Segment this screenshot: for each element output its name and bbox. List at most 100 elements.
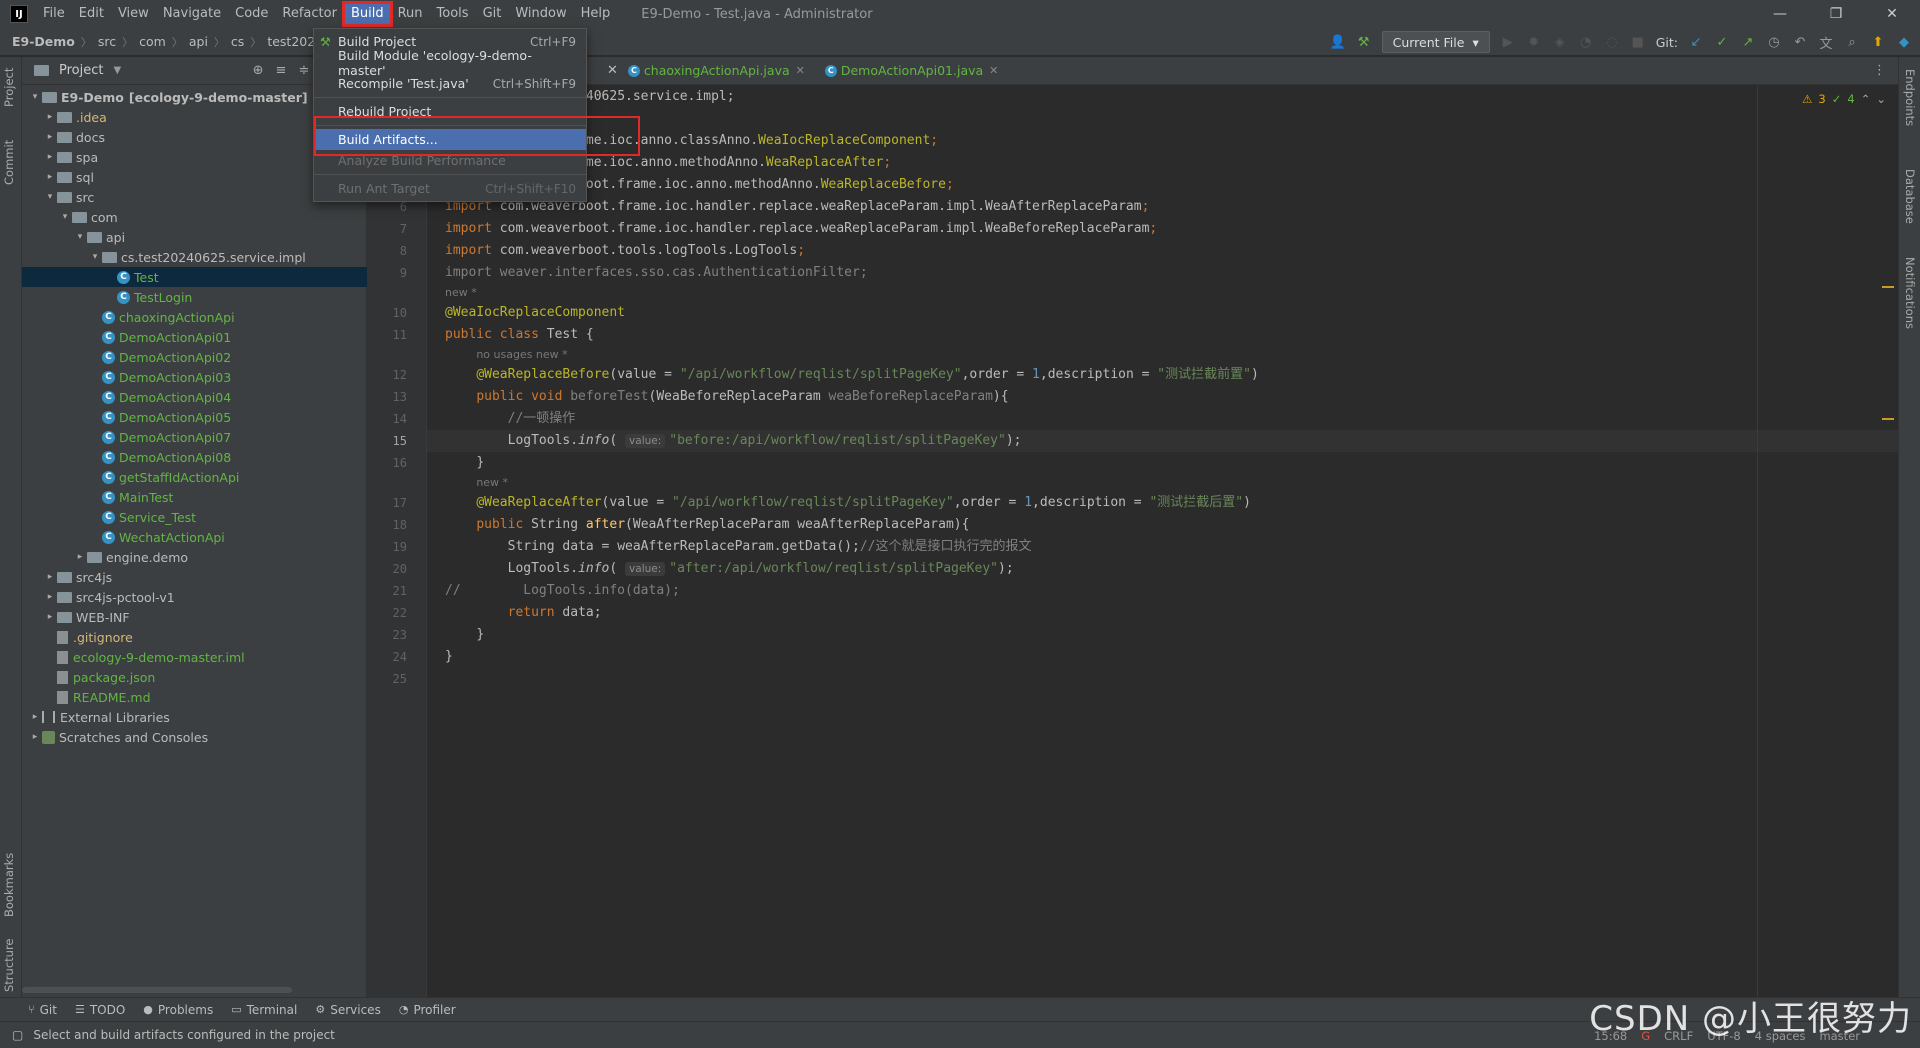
coverage-icon[interactable]: ◈	[1552, 34, 1568, 50]
history-icon[interactable]: ◷	[1766, 34, 1782, 50]
notifications-tool-tab[interactable]: Notifications	[1903, 257, 1917, 329]
tree-item[interactable]: ▾ api	[22, 227, 367, 247]
chevron-right-icon[interactable]: ▸	[43, 132, 57, 142]
chevron-down-icon[interactable]: ▾	[58, 212, 72, 222]
bottom-tab-todo[interactable]: ☰ TODO	[75, 1003, 125, 1017]
menu-git[interactable]: Git	[476, 3, 509, 25]
chevron-up-icon[interactable]: ⌃	[1861, 92, 1871, 106]
collapse-all-icon[interactable]: ≡	[276, 63, 287, 78]
scrollbar-marker[interactable]	[1882, 418, 1894, 420]
bottom-tab-terminal[interactable]: ▭ Terminal	[231, 1003, 297, 1017]
chevron-right-icon[interactable]: ▸	[43, 592, 57, 602]
code-line[interactable]: 11 public class Test {	[393, 324, 1898, 346]
tree-item[interactable]: CgetStaffIdActionApi	[22, 467, 367, 487]
chevron-down-icon[interactable]: ▾	[28, 92, 42, 102]
close-icon[interactable]: ✕	[989, 64, 998, 77]
chevron-down-icon[interactable]: ⌄	[1876, 92, 1886, 106]
code-line[interactable]: 25	[393, 668, 1898, 690]
menu-window[interactable]: Window	[508, 3, 573, 25]
update-icon[interactable]: ⬆	[1870, 34, 1886, 50]
debug-icon[interactable]: ✹	[1526, 34, 1542, 50]
breadcrumb-item[interactable]: src	[96, 34, 118, 49]
code-line[interactable]: 10 @WeaIocReplaceComponent	[393, 302, 1898, 324]
run-icon[interactable]: ▶	[1500, 34, 1516, 50]
bottom-tab-git[interactable]: ⑂ Git	[28, 1003, 57, 1017]
tree-item[interactable]: C DemoActionApi07	[22, 427, 367, 447]
project-tool-tab[interactable]: Project	[2, 68, 16, 107]
commit-tool-tab[interactable]: Commit	[2, 140, 16, 185]
code-vision-hint[interactable]: new *	[427, 284, 1898, 302]
tree-item[interactable]: .gitignore	[22, 627, 367, 647]
endpoints-tool-tab[interactable]: Endpoints	[1903, 69, 1917, 126]
code-editor[interactable]: est20240625.service.impl; ot.frame.ioc.a…	[367, 86, 1898, 997]
code-line[interactable]: 9 import weaver.interfaces.sso.cas.Authen…	[400, 262, 1898, 284]
tree-item[interactable]: C Service_Test	[22, 507, 367, 527]
locate-icon[interactable]: ⊕	[253, 63, 264, 78]
code-line[interactable]: 7 import com.weaverboot.frame.ioc.handler…	[400, 218, 1898, 240]
tree-item[interactable]: ▸ Scratches and Consoles	[22, 727, 367, 747]
chevron-right-icon[interactable]: ▸	[28, 712, 42, 722]
code-line[interactable]: 22 return data;	[393, 602, 1898, 624]
code-line[interactable]	[427, 108, 1898, 130]
minimize-icon[interactable]: —	[1752, 0, 1808, 28]
code-line[interactable]: 20 LogTools.info( value: "after:/api/work…	[393, 558, 1898, 580]
menu-file[interactable]: File	[36, 3, 72, 25]
chevron-down-icon[interactable]: ▾	[73, 232, 87, 242]
code-line[interactable]: 12 @WeaReplaceBefore(value = "/api/workf…	[393, 364, 1898, 386]
chevron-right-icon[interactable]: ▸	[43, 612, 57, 622]
close-icon[interactable]: ✕	[796, 64, 805, 77]
scrollbar-marker[interactable]	[1882, 286, 1894, 288]
code-line[interactable]: ot.frame.ioc.anno.classAnno.WeaIocReplac…	[427, 130, 1898, 152]
bottom-tab-services[interactable]: ⚙ Services	[315, 1003, 380, 1017]
bottom-tab-profiler[interactable]: ◔ Profiler	[399, 1003, 456, 1017]
tree-item[interactable]: C Test	[22, 267, 367, 287]
inspection-widget[interactable]: ⚠ 3 ✓ 4 ⌃ ⌄	[1802, 92, 1886, 106]
chevron-right-icon[interactable]: ▸	[28, 732, 42, 742]
build-hammer-icon[interactable]: ⚒	[1356, 34, 1372, 50]
editor-tab[interactable]: CchaoxingActionApi.java ✕	[618, 57, 815, 85]
chevron-right-icon[interactable]: ▸	[43, 572, 57, 582]
menu-code[interactable]: Code	[228, 3, 275, 25]
breadcrumb-item[interactable]: E9-Demo	[0, 34, 77, 49]
tree-item[interactable]: README.md	[22, 687, 367, 707]
menu-view[interactable]: View	[111, 3, 156, 25]
search-icon[interactable]: ⌕	[1844, 34, 1860, 50]
tree-item[interactable]: ▾ com	[22, 207, 367, 227]
menu-navigate[interactable]: Navigate	[156, 3, 228, 25]
code-line[interactable]: 18 public String after(WeaAfterReplacePa…	[393, 514, 1898, 536]
project-horizontal-scrollbar[interactable]	[22, 987, 292, 993]
chevron-right-icon[interactable]: ▸	[43, 112, 57, 122]
breadcrumb-item[interactable]: api	[187, 34, 210, 49]
menu-build[interactable]: Build	[341, 1, 393, 27]
tree-item[interactable]: C WechatActionApi	[22, 527, 367, 547]
project-panel-title[interactable]: Project	[59, 63, 103, 78]
git-commit-icon[interactable]: ✓	[1714, 34, 1730, 50]
code-line[interactable]: est20240625.service.impl;	[427, 86, 1898, 108]
menu-help[interactable]: Help	[574, 3, 618, 25]
ide-logo-icon[interactable]: ◆	[1896, 34, 1912, 50]
git-push-icon[interactable]: ↗	[1740, 34, 1756, 50]
tree-item[interactable]: C DemoActionApi03	[22, 367, 367, 387]
rollback-icon[interactable]: ↶	[1792, 34, 1808, 50]
chevron-down-icon[interactable]: ▼	[113, 65, 121, 76]
code-line[interactable]: 19 String data = weaAfterReplaceParam.ge…	[393, 536, 1898, 558]
chevron-down-icon[interactable]: ▾	[88, 252, 102, 262]
tree-item[interactable]: ▸ src4js	[22, 567, 367, 587]
database-tool-tab[interactable]: Database	[1903, 169, 1917, 224]
tree-item[interactable]: C MainTest	[22, 487, 367, 507]
translate-icon[interactable]: 文	[1818, 34, 1834, 52]
stop-icon[interactable]: ■	[1630, 34, 1646, 50]
tree-item[interactable]: package.json	[22, 667, 367, 687]
breadcrumb-item[interactable]: cs	[229, 34, 246, 49]
code-line[interactable]: 15 LogTools.info( value: "before:/api/wor…	[393, 430, 1898, 452]
restore-icon[interactable]: ❐	[1808, 0, 1864, 28]
tree-item[interactable]: ▾ cs.test20240625.service.impl	[22, 247, 367, 267]
bookmarks-tool-tab[interactable]: Bookmarks	[2, 853, 16, 917]
code-line[interactable]: 14 //一顿操作	[393, 408, 1898, 430]
code-line[interactable]: 6 import com.weaverboot.frame.ioc.handler…	[400, 196, 1898, 218]
code-area[interactable]: est20240625.service.impl; ot.frame.ioc.a…	[393, 86, 1898, 997]
build-menu-item[interactable]: Build Artifacts...	[314, 129, 586, 150]
menu-run[interactable]: Run	[391, 3, 430, 25]
chevron-right-icon[interactable]: ▸	[43, 172, 57, 182]
build-menu-item[interactable]: Recompile 'Test.java' Ctrl+Shift+F9	[314, 73, 586, 94]
